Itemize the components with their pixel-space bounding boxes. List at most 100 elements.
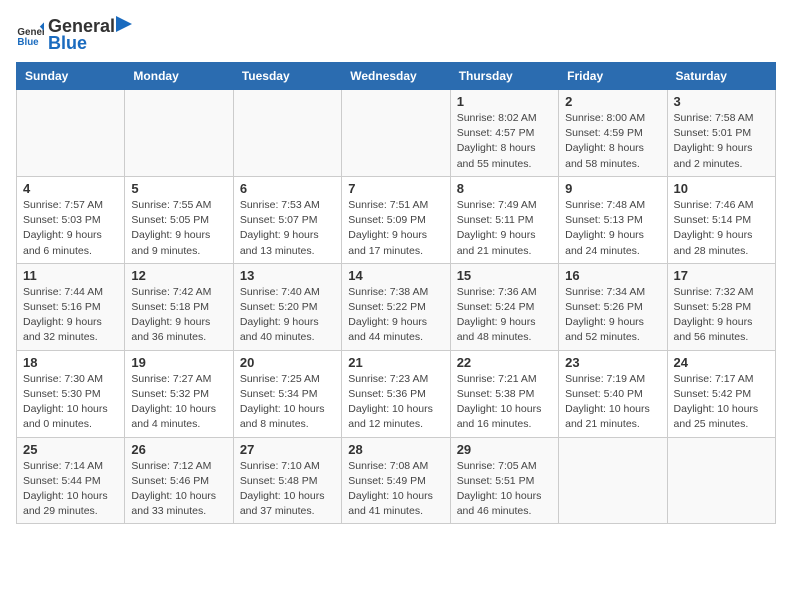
day-content: Sunrise: 7:19 AMSunset: 5:40 PMDaylight:… (565, 372, 660, 433)
day-content: Sunrise: 7:53 AMSunset: 5:07 PMDaylight:… (240, 198, 335, 259)
column-header-monday: Monday (125, 63, 233, 90)
day-content: Sunrise: 7:25 AMSunset: 5:34 PMDaylight:… (240, 372, 335, 433)
calendar-cell: 15 Sunrise: 7:36 AMSunset: 5:24 PMDayligh… (450, 263, 558, 350)
day-number: 29 (457, 442, 552, 457)
calendar-cell: 21 Sunrise: 7:23 AMSunset: 5:36 PMDayligh… (342, 350, 450, 437)
day-number: 28 (348, 442, 443, 457)
calendar-cell: 11 Sunrise: 7:44 AMSunset: 5:16 PMDayligh… (17, 263, 125, 350)
logo: General Blue General Blue (16, 16, 133, 54)
calendar-body: 1 Sunrise: 8:02 AMSunset: 4:57 PMDaylight… (17, 90, 776, 524)
day-number: 4 (23, 181, 118, 196)
calendar-cell (342, 90, 450, 177)
calendar-cell: 28 Sunrise: 7:08 AMSunset: 5:49 PMDayligh… (342, 437, 450, 524)
day-number: 7 (348, 181, 443, 196)
calendar-table: SundayMondayTuesdayWednesdayThursdayFrid… (16, 62, 776, 524)
day-content: Sunrise: 7:17 AMSunset: 5:42 PMDaylight:… (674, 372, 769, 433)
day-content: Sunrise: 7:32 AMSunset: 5:28 PMDaylight:… (674, 285, 769, 346)
day-number: 2 (565, 94, 660, 109)
calendar-cell: 7 Sunrise: 7:51 AMSunset: 5:09 PMDaylight… (342, 176, 450, 263)
day-number: 27 (240, 442, 335, 457)
day-content: Sunrise: 7:21 AMSunset: 5:38 PMDaylight:… (457, 372, 552, 433)
header-row: SundayMondayTuesdayWednesdayThursdayFrid… (17, 63, 776, 90)
day-content: Sunrise: 7:36 AMSunset: 5:24 PMDaylight:… (457, 285, 552, 346)
day-number: 6 (240, 181, 335, 196)
day-content: Sunrise: 7:58 AMSunset: 5:01 PMDaylight:… (674, 111, 769, 172)
calendar-cell: 4 Sunrise: 7:57 AMSunset: 5:03 PMDaylight… (17, 176, 125, 263)
calendar-cell: 1 Sunrise: 8:02 AMSunset: 4:57 PMDaylight… (450, 90, 558, 177)
day-content: Sunrise: 7:05 AMSunset: 5:51 PMDaylight:… (457, 459, 552, 520)
calendar-cell: 25 Sunrise: 7:14 AMSunset: 5:44 PMDayligh… (17, 437, 125, 524)
day-content: Sunrise: 7:57 AMSunset: 5:03 PMDaylight:… (23, 198, 118, 259)
calendar-cell: 22Sunrise: 7:21 AMSunset: 5:38 PMDayligh… (450, 350, 558, 437)
day-number: 26 (131, 442, 226, 457)
calendar-cell: 5Sunrise: 7:55 AMSunset: 5:05 PMDaylight… (125, 176, 233, 263)
day-number: 3 (674, 94, 769, 109)
calendar-week-3: 11 Sunrise: 7:44 AMSunset: 5:16 PMDayligh… (17, 263, 776, 350)
day-content: Sunrise: 7:42 AMSunset: 5:18 PMDaylight:… (131, 285, 226, 346)
day-number: 8 (457, 181, 552, 196)
day-number: 15 (457, 268, 552, 283)
day-content: Sunrise: 7:30 AMSunset: 5:30 PMDaylight:… (23, 372, 118, 433)
day-content: Sunrise: 8:00 AMSunset: 4:59 PMDaylight:… (565, 111, 660, 172)
day-content: Sunrise: 7:34 AMSunset: 5:26 PMDaylight:… (565, 285, 660, 346)
day-number: 21 (348, 355, 443, 370)
day-number: 18 (23, 355, 118, 370)
calendar-cell: 19 Sunrise: 7:27 AMSunset: 5:32 PMDayligh… (125, 350, 233, 437)
day-content: Sunrise: 7:23 AMSunset: 5:36 PMDaylight:… (348, 372, 443, 433)
day-content: Sunrise: 7:27 AMSunset: 5:32 PMDaylight:… (131, 372, 226, 433)
calendar-cell: 26 Sunrise: 7:12 AMSunset: 5:46 PMDayligh… (125, 437, 233, 524)
calendar-cell: 24 Sunrise: 7:17 AMSunset: 5:42 PMDayligh… (667, 350, 775, 437)
calendar-cell: 27 Sunrise: 7:10 AMSunset: 5:48 PMDayligh… (233, 437, 341, 524)
calendar-cell: 12Sunrise: 7:42 AMSunset: 5:18 PMDayligh… (125, 263, 233, 350)
calendar-cell (17, 90, 125, 177)
day-number: 10 (674, 181, 769, 196)
day-number: 19 (131, 355, 226, 370)
day-content: Sunrise: 7:10 AMSunset: 5:48 PMDaylight:… (240, 459, 335, 520)
calendar-cell: 18 Sunrise: 7:30 AMSunset: 5:30 PMDayligh… (17, 350, 125, 437)
calendar-cell: 16 Sunrise: 7:34 AMSunset: 5:26 PMDayligh… (559, 263, 667, 350)
logo-icon: General Blue (16, 21, 44, 49)
day-content: Sunrise: 7:08 AMSunset: 5:49 PMDaylight:… (348, 459, 443, 520)
calendar-cell: 3 Sunrise: 7:58 AMSunset: 5:01 PMDaylight… (667, 90, 775, 177)
day-number: 16 (565, 268, 660, 283)
day-number: 14 (348, 268, 443, 283)
calendar-cell: 9 Sunrise: 7:48 AMSunset: 5:13 PMDaylight… (559, 176, 667, 263)
day-content: Sunrise: 7:48 AMSunset: 5:13 PMDaylight:… (565, 198, 660, 259)
calendar-cell: 10 Sunrise: 7:46 AMSunset: 5:14 PMDayligh… (667, 176, 775, 263)
column-header-friday: Friday (559, 63, 667, 90)
day-content: Sunrise: 7:12 AMSunset: 5:46 PMDaylight:… (131, 459, 226, 520)
day-number: 23 (565, 355, 660, 370)
day-content: Sunrise: 7:40 AMSunset: 5:20 PMDaylight:… (240, 285, 335, 346)
calendar-cell: 6 Sunrise: 7:53 AMSunset: 5:07 PMDaylight… (233, 176, 341, 263)
column-header-tuesday: Tuesday (233, 63, 341, 90)
calendar-week-5: 25 Sunrise: 7:14 AMSunset: 5:44 PMDayligh… (17, 437, 776, 524)
calendar-header: SundayMondayTuesdayWednesdayThursdayFrid… (17, 63, 776, 90)
day-number: 25 (23, 442, 118, 457)
calendar-cell: 2 Sunrise: 8:00 AMSunset: 4:59 PMDaylight… (559, 90, 667, 177)
page-header: General Blue General Blue (16, 16, 776, 54)
day-number: 9 (565, 181, 660, 196)
calendar-cell: 14 Sunrise: 7:38 AMSunset: 5:22 PMDayligh… (342, 263, 450, 350)
svg-text:Blue: Blue (17, 37, 39, 48)
day-number: 24 (674, 355, 769, 370)
calendar-cell: 13Sunrise: 7:40 AMSunset: 5:20 PMDayligh… (233, 263, 341, 350)
column-header-sunday: Sunday (17, 63, 125, 90)
calendar-week-4: 18 Sunrise: 7:30 AMSunset: 5:30 PMDayligh… (17, 350, 776, 437)
day-number: 5 (131, 181, 226, 196)
calendar-cell (667, 437, 775, 524)
day-content: Sunrise: 7:14 AMSunset: 5:44 PMDaylight:… (23, 459, 118, 520)
day-number: 1 (457, 94, 552, 109)
calendar-cell: 8Sunrise: 7:49 AMSunset: 5:11 PMDaylight… (450, 176, 558, 263)
day-content: Sunrise: 7:46 AMSunset: 5:14 PMDaylight:… (674, 198, 769, 259)
day-content: Sunrise: 8:02 AMSunset: 4:57 PMDaylight:… (457, 111, 552, 172)
calendar-cell: 20Sunrise: 7:25 AMSunset: 5:34 PMDayligh… (233, 350, 341, 437)
calendar-cell (559, 437, 667, 524)
day-content: Sunrise: 7:44 AMSunset: 5:16 PMDaylight:… (23, 285, 118, 346)
calendar-cell: 29 Sunrise: 7:05 AMSunset: 5:51 PMDayligh… (450, 437, 558, 524)
logo-arrow-icon (116, 16, 132, 32)
calendar-cell: 17Sunrise: 7:32 AMSunset: 5:28 PMDayligh… (667, 263, 775, 350)
day-number: 11 (23, 268, 118, 283)
column-header-thursday: Thursday (450, 63, 558, 90)
day-content: Sunrise: 7:38 AMSunset: 5:22 PMDaylight:… (348, 285, 443, 346)
day-content: Sunrise: 7:51 AMSunset: 5:09 PMDaylight:… (348, 198, 443, 259)
